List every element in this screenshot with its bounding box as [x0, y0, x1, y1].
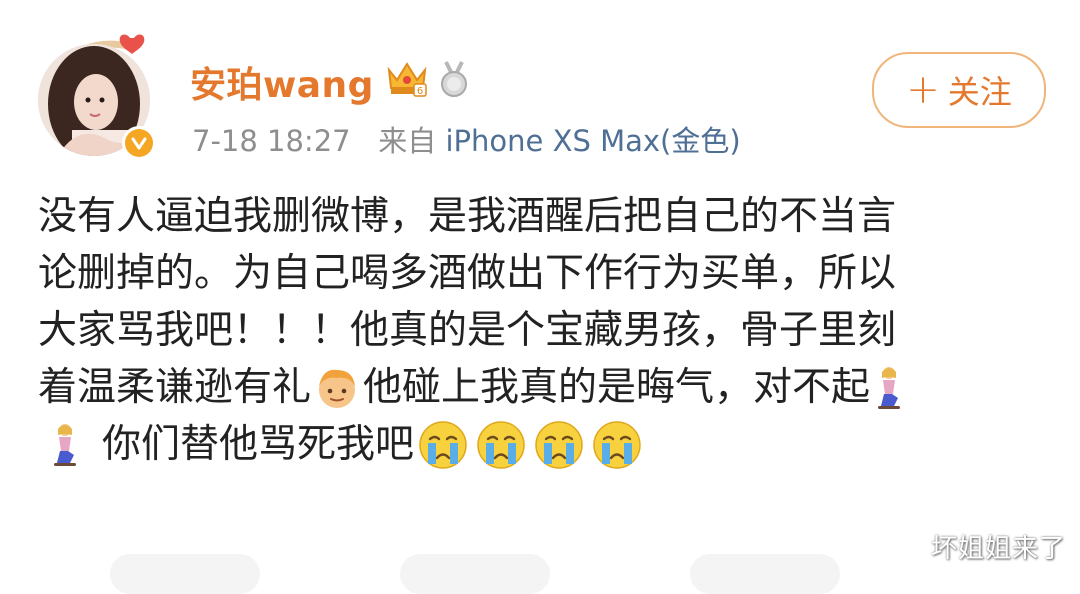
- post-line: 论删掉的。为自己喝多酒做出下作行为买单，所以: [38, 245, 1048, 302]
- crying-face-emoji-icon: [593, 420, 641, 469]
- post-meta: 7-18 18:27 来自 iPhone XS Max(金色): [192, 118, 741, 160]
- plus-icon: +: [906, 67, 940, 113]
- follow-button[interactable]: + 关注: [872, 52, 1046, 128]
- post-text: 你们替他骂死我吧: [102, 422, 415, 467]
- post-line: 着温柔谦逊有礼 他碰上我真的是晦气，对不起: [38, 359, 1048, 416]
- post-line: 你们替他骂死我吧: [38, 416, 1048, 473]
- post-text: 没有人逼迫我删微博，是我酒醒后把自己的不当言: [38, 194, 897, 239]
- crying-face-emoji-icon: [477, 420, 525, 469]
- post-text: 他碰上我真的是晦气，对不起: [363, 365, 871, 410]
- source-label: 来自: [378, 124, 437, 158]
- verified-badge-icon: [122, 126, 156, 160]
- faded-action: [690, 554, 840, 594]
- post-text: 论删掉的。为自己喝多酒做出下作行为买单，所以: [38, 251, 897, 296]
- svg-text:6: 6: [417, 86, 423, 97]
- source-device[interactable]: iPhone XS Max(金色): [446, 124, 741, 158]
- boy-face-emoji-icon: [319, 369, 356, 408]
- post-line: 大家骂我吧！！！他真的是个宝藏男孩，骨子里刻: [38, 302, 1048, 359]
- post-text: 着温柔谦逊有礼: [38, 365, 312, 410]
- follow-label: 关注: [947, 73, 1012, 111]
- post-time: 7-18 18:27: [192, 124, 351, 158]
- faded-action: [110, 554, 260, 594]
- faded-action: [400, 554, 550, 594]
- crying-face-emoji-icon: [535, 420, 583, 469]
- avatar-container[interactable]: [34, 30, 164, 160]
- medal-badge-icon[interactable]: [436, 60, 472, 98]
- watermark: 坏姐姐来了: [930, 534, 1066, 564]
- kneeling-woman-emoji-icon: [878, 366, 901, 409]
- username[interactable]: 安珀wang: [190, 56, 374, 108]
- crying-face-emoji-icon: [419, 420, 467, 469]
- crown-badge-icon[interactable]: 6: [385, 58, 429, 98]
- action-bar-faded: [0, 548, 1080, 594]
- kneeling-woman-emoji-icon: [54, 423, 76, 466]
- post-content: 没有人逼迫我删微博，是我酒醒后把自己的不当言 论删掉的。为自己喝多酒做出下作行为…: [38, 188, 1048, 473]
- post-line: 没有人逼迫我删微博，是我酒醒后把自己的不当言: [38, 188, 1048, 245]
- post-text: 大家骂我吧！！！他真的是个宝藏男孩，骨子里刻: [38, 308, 897, 353]
